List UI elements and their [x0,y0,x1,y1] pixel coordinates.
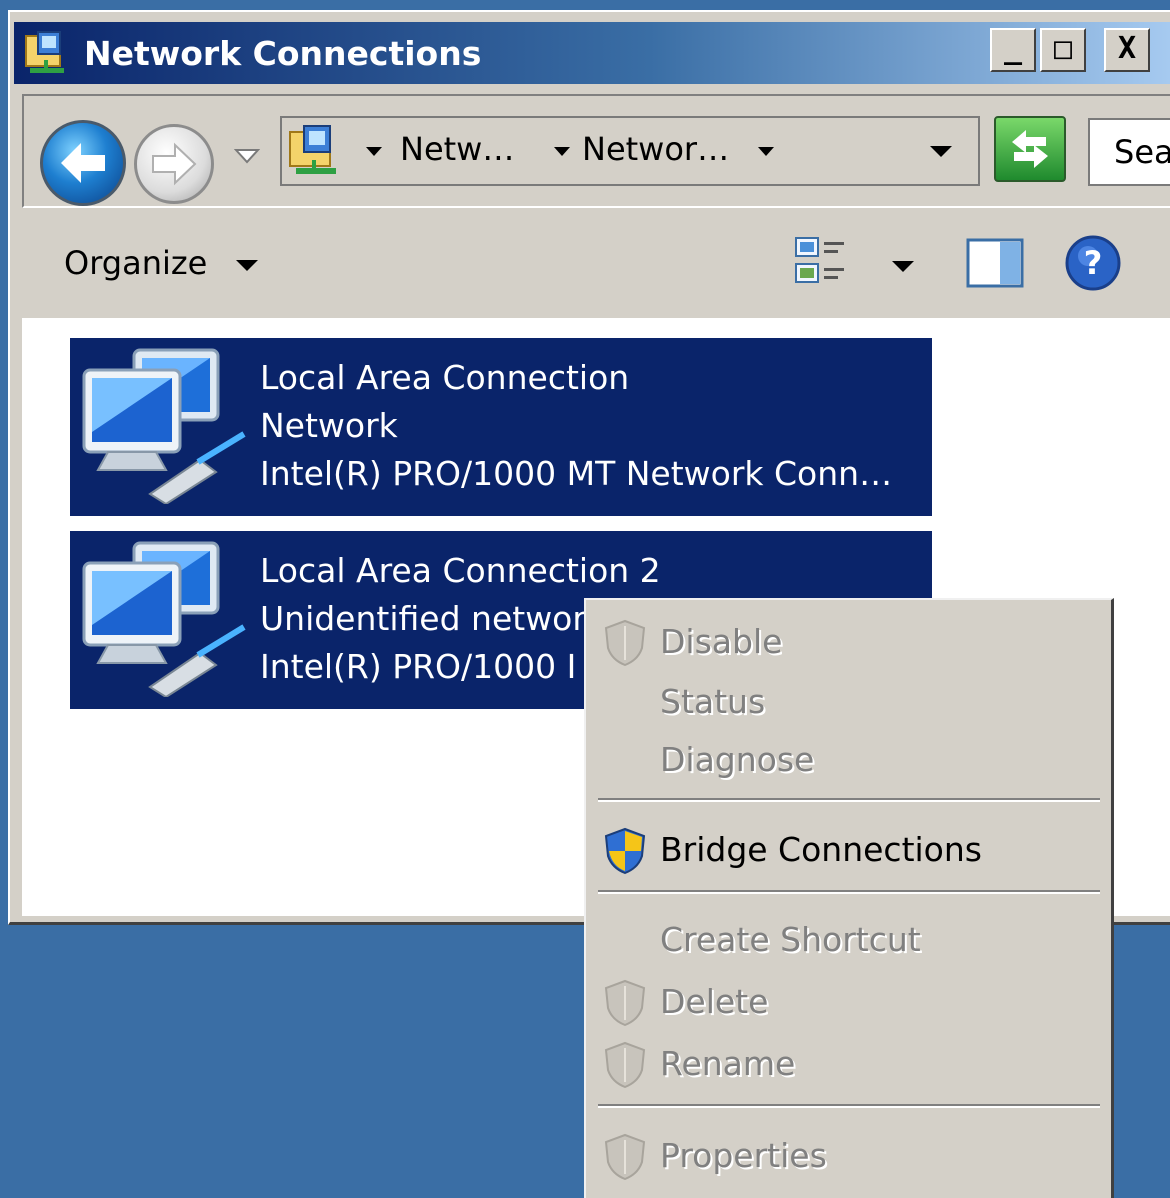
back-button[interactable] [40,120,126,206]
address-bar[interactable]: Netw… Networ… [280,116,980,186]
menu-item-label: Bridge Connections [660,830,982,869]
help-icon[interactable]: ? [1064,234,1122,292]
shield-icon [604,1133,646,1181]
forward-arrow-icon [152,142,197,186]
shield-icon [604,619,646,667]
recent-pages-dropdown-icon[interactable] [234,146,260,166]
network-connection-icon [82,541,246,697]
menu-item-label: Rename [660,1044,796,1083]
breadcrumb-root-arrow[interactable] [366,130,382,168]
menu-item-delete[interactable]: Delete [586,972,1106,1030]
menu-separator [598,1104,1100,1108]
connection-device: Intel(R) PRO/1000 MT Network Conn… [260,454,893,493]
refresh-button[interactable] [994,116,1066,182]
chevron-down-icon [930,145,952,157]
connection-device: Intel(R) PRO/1000 I [260,647,577,686]
chevron-down-icon [892,261,914,272]
menu-item-status[interactable]: Status [586,672,1106,730]
menu-item-bridge-connections[interactable]: Bridge Connections [586,820,1106,878]
connection-status: Unidentified networ [260,599,586,638]
chevron-down-icon [554,146,570,156]
network-connection-icon [82,348,246,504]
menu-item-rename[interactable]: Rename [586,1034,1106,1092]
network-folder-icon [289,125,336,174]
preview-pane-icon[interactable] [966,238,1024,288]
menu-item-create-shortcut[interactable]: Create Shortcut [586,910,1106,968]
window-title: Network Connections [84,34,482,73]
minimize-button[interactable]: _ [990,28,1036,72]
chevron-down-icon [235,259,258,271]
address-history-dropdown[interactable] [930,130,952,168]
network-folder-icon [25,31,64,73]
menu-item-label: Properties [660,1136,827,1175]
breadcrumb-item[interactable]: Netw… [400,130,514,168]
menu-item-diagnose[interactable]: Diagnose [586,730,1106,788]
views-icon[interactable] [792,232,852,292]
menu-item-label: Status [660,682,766,721]
menu-item-label: Delete [660,982,769,1021]
close-button[interactable]: X [1104,28,1150,72]
connection-item-1[interactable]: Local Area Connection Network Intel(R) P… [70,338,932,516]
chevron-down-icon [366,146,382,156]
breadcrumb-arrow[interactable] [758,130,774,168]
navigation-bar: Netw… Networ… Sea [22,94,1170,208]
refresh-icon [1012,130,1048,168]
connection-name: Local Area Connection [260,358,630,397]
title-bar[interactable]: Network Connections _ □ X [14,22,1170,84]
menu-separator [598,890,1100,894]
breadcrumb-item[interactable]: Networ… [582,130,729,168]
chevron-down-icon [758,146,774,156]
uac-shield-icon [604,827,646,875]
breadcrumb-arrow[interactable] [554,130,570,168]
organize-menu-button[interactable]: Organize [64,244,258,282]
menu-item-label: Create Shortcut [660,920,921,959]
context-menu: Disable Status Diagnose Bridge Connectio… [584,598,1114,1198]
menu-separator [598,798,1100,802]
command-toolbar: Organize ? [22,212,1170,316]
svg-text:?: ? [1084,244,1103,282]
maximize-button[interactable]: □ [1040,28,1086,72]
organize-label: Organize [64,244,208,282]
shield-icon [604,979,646,1027]
forward-button[interactable] [134,124,214,204]
menu-item-label: Diagnose [660,740,815,779]
menu-item-properties[interactable]: Properties [586,1126,1106,1184]
connection-status: Network [260,406,398,445]
menu-item-disable[interactable]: Disable [586,612,1106,670]
views-dropdown-arrow[interactable] [892,256,914,275]
menu-item-label: Disable [660,622,783,661]
back-arrow-icon [61,143,105,183]
shield-icon [604,1041,646,1089]
connection-name: Local Area Connection 2 [260,551,661,590]
search-input[interactable]: Sea [1088,118,1170,186]
